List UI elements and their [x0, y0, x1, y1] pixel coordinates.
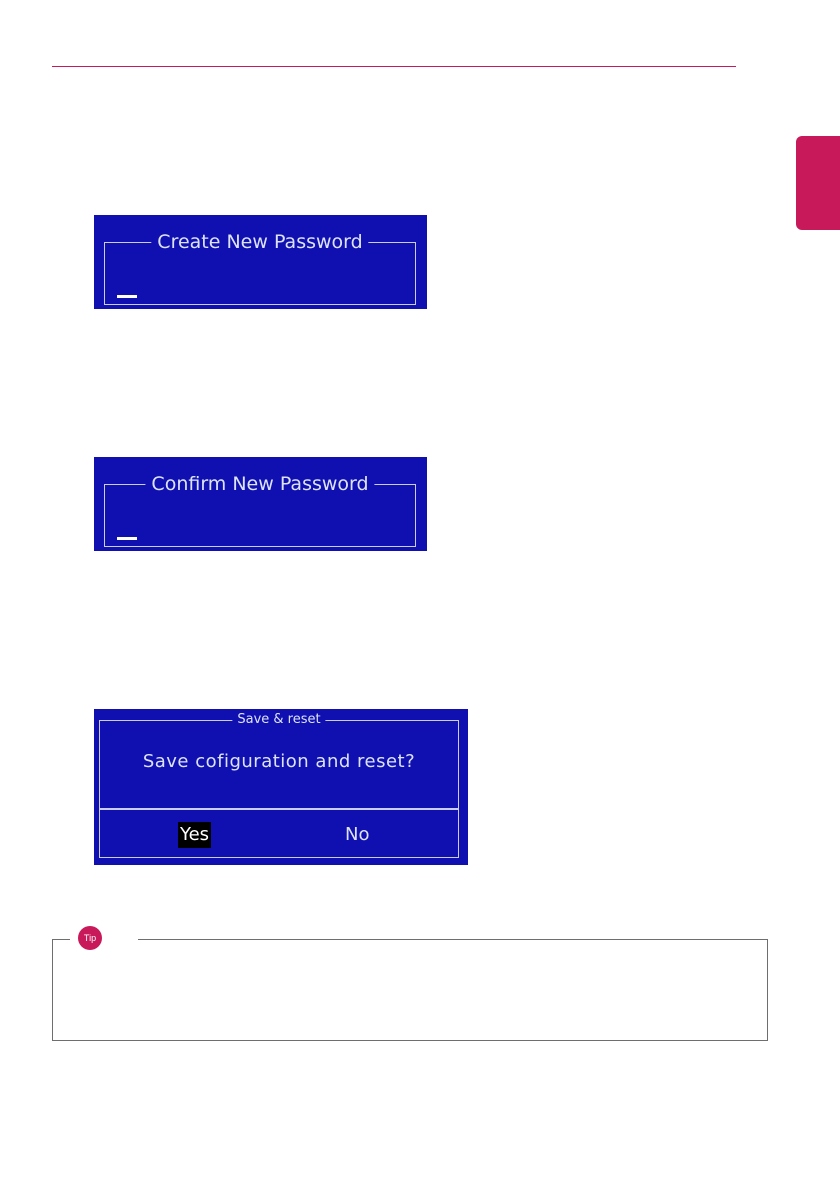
save-reset-divider — [100, 808, 458, 810]
confirm-password-frame: Confirm New Password — [104, 471, 416, 547]
create-password-dialog: Create New Password — [94, 215, 427, 309]
confirm-password-input-cursor[interactable] — [117, 537, 137, 540]
no-button[interactable]: No — [343, 822, 371, 848]
save-reset-title: Save & reset — [232, 712, 326, 728]
chapter-side-tab — [796, 136, 840, 230]
create-password-input-cursor[interactable] — [117, 295, 137, 298]
save-reset-frame: Save & reset Save cofiguration and reset… — [99, 712, 459, 858]
tip-box — [52, 939, 768, 1041]
save-reset-message: Save cofiguration and reset? — [142, 751, 416, 772]
save-reset-dialog: Save & reset Save cofiguration and reset… — [94, 709, 468, 865]
confirm-password-title: Confirm New Password — [145, 471, 375, 497]
tip-badge: Tip — [78, 926, 102, 950]
create-password-title: Create New Password — [151, 229, 369, 255]
confirm-password-dialog: Confirm New Password — [94, 457, 427, 551]
header-divider — [52, 66, 736, 67]
yes-button[interactable]: Yes — [178, 822, 212, 848]
create-password-frame: Create New Password — [104, 229, 416, 305]
